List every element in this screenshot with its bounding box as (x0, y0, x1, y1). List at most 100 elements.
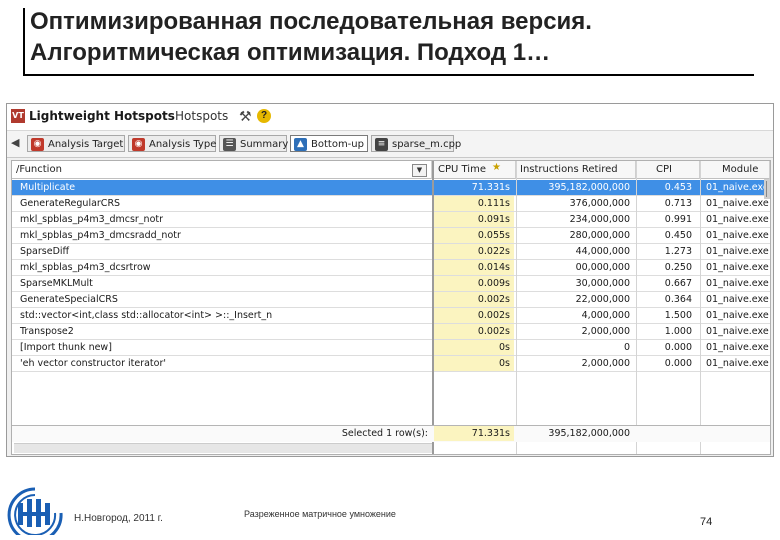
column-divider (636, 161, 637, 454)
table-row[interactable]: std::vector<int,class std::allocator<int… (12, 308, 770, 324)
tools-icon[interactable]: ⚒ (239, 108, 252, 125)
table-row[interactable]: Transpose2 0.002s 2,000,000 1.000 01_naive.e… (12, 324, 770, 340)
tab-label: sparse_m.cpp (392, 139, 462, 150)
cpu-time-cell: 0s (434, 340, 514, 355)
cpu-time-cell: 0.055s (434, 228, 514, 243)
column-header-function[interactable]: /Function ▼ (12, 161, 432, 179)
tab-scroll-left-icon[interactable]: ◀ (11, 136, 19, 149)
summary-icon: ☰ (223, 138, 236, 151)
table-row[interactable]: mkl_spblas_p4m3_dmcsradd_notr 0.055s 280,0… (12, 228, 770, 244)
bottom-up-icon: ▲ (294, 138, 307, 151)
column-header-module[interactable]: Module (700, 161, 770, 179)
scrollbar-grip (766, 181, 767, 197)
module-cell: 01_naive.exe (706, 230, 769, 241)
table-row[interactable]: SparseMKLMult 0.009s 30,000,000 0.667 01_nai… (12, 276, 770, 292)
instructions-cell: 44,000,000 (575, 246, 630, 257)
cpu-time-cell: 0.014s (434, 260, 514, 275)
table-row[interactable]: [Import thunk new] 0s 0 0.000 01_naive.exe (12, 340, 770, 356)
slide-title-line-1: Оптимизированная последовательная версия… (30, 8, 592, 35)
star-icon: ★ (492, 162, 501, 173)
cpu-time-cell: 0.002s (434, 324, 514, 339)
table-row[interactable]: mkl_spblas_p4m3_dmcsr_notr 0.091s 234,000,… (12, 212, 770, 228)
cpi-cell: 1.500 (664, 310, 692, 321)
column-header-instructions[interactable]: Instructions Retired (516, 161, 636, 179)
app-subtitle: Hotspots (175, 109, 229, 123)
column-header-cpu-time[interactable]: CPU Time (434, 161, 516, 179)
instructions-cell: 234,000,000 (569, 214, 630, 225)
function-name-cell: Transpose2 (20, 326, 74, 337)
selection-label: Selected 1 row(s): (341, 428, 428, 439)
module-cell: 01_naive.exe (706, 310, 769, 321)
function-name-cell: Multiplicate (20, 182, 76, 193)
cpi-cell: 0.000 (664, 342, 692, 353)
module-cell: 01_naive.exe (706, 358, 769, 369)
cpu-time-cell: 0s (434, 356, 514, 371)
analysis-type-icon: ◉ (132, 138, 145, 151)
cpi-cell: 0.364 (664, 294, 692, 305)
module-cell: 01_naive.exe (706, 182, 769, 193)
instructions-cell: 2,000,000 (581, 326, 630, 337)
instructions-cell: 4,000,000 (581, 310, 630, 321)
cpu-time-cell: 0.091s (434, 212, 514, 227)
help-icon[interactable]: ? (257, 109, 271, 123)
column-divider (516, 161, 517, 454)
tab-label: Analysis Type (149, 139, 217, 150)
column-header-label: CPU Time (438, 164, 486, 175)
tab-summary[interactable]: ☰ Summary (219, 135, 288, 152)
table-row[interactable]: Multiplicate 71.331s 395,182,000,000 0.453 0… (12, 180, 770, 196)
instructions-cell: 22,000,000 (575, 294, 630, 305)
title-left-rule (23, 8, 25, 76)
tab-source-file[interactable]: ≡ sparse_m.cpp (371, 135, 461, 152)
instructions-cell: 280,000,000 (569, 230, 630, 241)
column-header-cpi[interactable]: CPI (636, 161, 700, 179)
cpu-time-cell: 0.022s (434, 244, 514, 259)
cpu-time-cell: 0.002s (434, 292, 514, 307)
instructions-cell: 395,182,000,000 (548, 182, 630, 193)
app-title-bar: VT Lightweight Hotspots Hotspots ⚒ ? (7, 104, 773, 131)
module-cell: 01_naive.exe (706, 246, 769, 257)
tabs-bar: ◀ ◉ Analysis Target ◉ Analysis Type ☰ Su… (7, 131, 773, 158)
cpi-cell: 0.713 (664, 198, 692, 209)
tab-label: Bottom-up (311, 139, 364, 150)
cpi-cell: 0.991 (664, 214, 692, 225)
module-cell: 01_naive.exe (706, 342, 769, 353)
column-header-label: Instructions Retired (520, 164, 618, 175)
column-header-label: Module (722, 164, 759, 175)
cpu-time-cell: 71.331s (471, 182, 510, 193)
module-cell: 01_naive.exe (706, 326, 769, 337)
cpi-cell: 1.000 (664, 326, 692, 337)
cpu-time-cell: 0.111s (434, 196, 514, 211)
function-name-cell: 'eh vector constructor iterator' (20, 358, 166, 369)
tab-analysis-type[interactable]: ◉ Analysis Type (128, 135, 216, 152)
slide-title: Оптимизированная последовательная версия… (30, 6, 770, 68)
slide-title-line-2: Алгоритмическая оптимизация. Подход 1… (30, 39, 551, 66)
cpi-cell: 0.000 (664, 358, 692, 369)
instructions-cell: 2,000,000 (581, 358, 630, 369)
column-header-label: CPI (656, 164, 672, 175)
table-row[interactable]: SparseDiff 0.022s 44,000,000 1.273 01_naive.… (12, 244, 770, 260)
module-cell: 01_naive.exe (706, 294, 769, 305)
module-cell: 01_naive.exe (706, 214, 769, 225)
unn-logo-icon (7, 487, 63, 535)
function-name-cell: [Import thunk new] (20, 342, 112, 353)
page-number: 74 (700, 516, 713, 528)
source-file-icon: ≡ (375, 138, 388, 151)
vertical-scrollbar[interactable] (764, 179, 770, 199)
dropdown-arrow-icon[interactable]: ▼ (412, 164, 427, 177)
tab-analysis-target[interactable]: ◉ Analysis Target (27, 135, 125, 152)
footer-topic: Разреженное матричное умножение (244, 509, 396, 519)
tab-bottom-up[interactable]: ▲ Bottom-up (290, 135, 368, 152)
target-icon: ◉ (31, 138, 44, 151)
vtune-window: VT Lightweight Hotspots Hotspots ⚒ ? ◀ ◉… (6, 103, 774, 457)
table-row[interactable]: 'eh vector constructor iterator' 0s 2,000,… (12, 356, 770, 372)
table-row[interactable]: GenerateRegularCRS 0.111s 376,000,000 0.713… (12, 196, 770, 212)
table-row[interactable]: GenerateSpecialCRS 0.002s 22,000,000 0.364 0… (12, 292, 770, 308)
footer-city-year: Н.Новгород, 2011 г. (74, 513, 163, 524)
title-bottom-rule (23, 74, 754, 76)
column-divider[interactable] (432, 161, 434, 454)
cpi-cell: 0.450 (664, 230, 692, 241)
table-row[interactable]: mkl_spblas_p4m3_dcsrtrow 0.014s 00,000,000… (12, 260, 770, 276)
horizontal-scrollbar[interactable] (14, 443, 432, 453)
cpu-time-cell: 0.009s (434, 276, 514, 291)
instructions-cell: 0 (623, 342, 630, 353)
